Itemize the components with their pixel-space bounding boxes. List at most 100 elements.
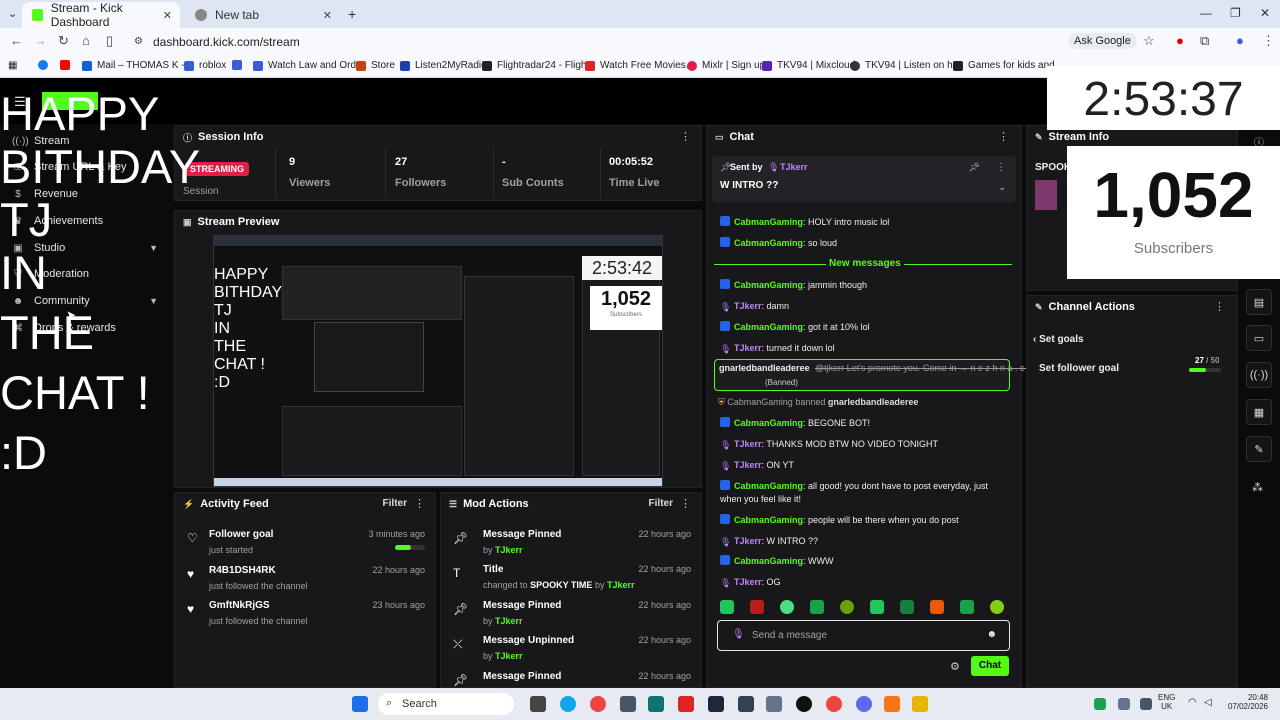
emote-icon[interactable] (930, 600, 944, 614)
feed-item-follower-goal[interactable]: ♡ Follower goal just started 3 minutes a… (187, 529, 425, 565)
home-icon[interactable]: ⌂ (82, 33, 90, 48)
kebab-menu-icon[interactable]: ⋮ (680, 497, 691, 510)
rail-notes-button[interactable]: ▤ (1246, 289, 1272, 315)
chat-username[interactable]: CabmanGaming (734, 515, 803, 525)
set-goals-back-button[interactable]: ‹ Set goals (1033, 334, 1084, 345)
close-icon[interactable]: ✕ (323, 9, 332, 22)
emote-icon[interactable] (990, 600, 1004, 614)
bookmark-tkv94[interactable]: TKV94 | Listen on h... (850, 60, 961, 71)
chat-message[interactable]: CabmanGaming: got it at 10% lol (720, 321, 1010, 334)
steam-icon[interactable] (708, 696, 724, 712)
emote-icon[interactable] (720, 600, 734, 614)
bookmark-mail[interactable]: Mail – THOMAS K -... (82, 60, 193, 71)
star-icon[interactable]: ☆ (1143, 33, 1155, 49)
tray-icon[interactable] (1094, 698, 1106, 710)
chat-message[interactable]: 🎙︎ TJkerr: W INTRO ?? (720, 535, 1010, 548)
kebab-menu-icon[interactable]: ⋮ (414, 497, 425, 510)
chat-message[interactable]: CabmanGaming: all good! you dont have to… (720, 480, 1010, 506)
bookmark-movies[interactable]: Watch Free Movies... (585, 60, 694, 71)
extensions-puzzle-icon[interactable]: ⧉ (1200, 33, 1209, 49)
chat-message[interactable]: CabmanGaming: people will be there when … (720, 514, 1010, 527)
emote-icon[interactable] (780, 600, 794, 614)
chat-username[interactable]: CabmanGaming (734, 418, 803, 428)
chat-username[interactable]: TJkerr (734, 460, 762, 470)
chat-message[interactable]: 🎙︎ TJkerr: THANKS MOD BTW NO VIDEO TONIGH… (720, 438, 1010, 451)
pin-toggle-icon[interactable]: 📌︎ (969, 162, 980, 173)
chat-username[interactable]: CabmanGaming (734, 322, 803, 332)
bookmark-law-and-order[interactable]: Watch Law and Ord... (253, 60, 364, 71)
clock[interactable]: 20:48 07/02/2026 (1222, 693, 1268, 711)
profile-avatar-icon[interactable]: ● (1236, 33, 1244, 48)
bookmark-youtube[interactable] (60, 60, 75, 70)
chat-message[interactable]: CabmanGaming: HOLY intro music lol (720, 216, 1010, 229)
filter-button[interactable]: Filter (649, 498, 673, 509)
edge-icon[interactable] (560, 696, 576, 712)
url-field[interactable]: dashboard.kick.com/stream (153, 35, 300, 49)
chat-username[interactable]: CabmanGaming (734, 217, 803, 227)
emote-icon[interactable] (870, 600, 884, 614)
rail-tools-button[interactable]: ✎ (1246, 436, 1272, 462)
chat-message[interactable]: CabmanGaming: WWW (720, 555, 1010, 568)
mod-action-item[interactable]: 📌︎ Message Pinned by TJkerr 22 hours ago (453, 600, 691, 636)
bookmark-flightradar[interactable]: Flightradar24 - Fligh... (482, 60, 595, 71)
menu-icon[interactable]: ⋮ (1262, 33, 1275, 49)
input-language[interactable]: ENG UK (1158, 693, 1175, 711)
kebab-menu-icon[interactable]: ⋮ (680, 130, 691, 143)
bookmark-mixcloud[interactable]: TKV94 | Mixcloud (762, 60, 855, 71)
mod-action-user[interactable]: TJkerr (495, 545, 523, 555)
pinned-user[interactable]: TJkerr (780, 162, 808, 172)
feed-item-follow[interactable]: ♥ GmftNkRjGS just followed the channel 2… (187, 600, 425, 636)
bookmark-blank[interactable] (232, 60, 247, 70)
chat-message[interactable]: CabmanGaming: BEGONE BOT! (720, 417, 1010, 430)
tray-icon[interactable] (1118, 698, 1130, 710)
feed-item-follow[interactable]: ♥ R4B1DSH4RK just followed the channel 2… (187, 565, 425, 601)
split-view-icon[interactable]: ▯ (106, 33, 113, 49)
chat-message[interactable]: 🎙︎ TJkerr: ON YT (720, 459, 1010, 472)
new-tab-button[interactable]: + (348, 6, 356, 22)
chat-username[interactable]: CabmanGaming (734, 280, 803, 290)
app-icon[interactable] (884, 696, 900, 712)
rail-layout-button[interactable]: ▦ (1246, 399, 1272, 425)
minimize-icon[interactable]: — (1200, 6, 1212, 20)
banned-user[interactable]: gnarledbandleaderee (719, 363, 810, 373)
app-icon[interactable] (620, 696, 636, 712)
emote-icon[interactable] (810, 600, 824, 614)
apps-icon[interactable]: ▦ (8, 60, 17, 71)
banned-message[interactable]: gnarledbandleaderee @tjkerr Let's promot… (714, 359, 1042, 391)
close-icon[interactable]: ✕ (163, 9, 172, 22)
chat-username[interactable]: TJkerr (734, 301, 762, 311)
mod-action-item[interactable]: T Title changed to SPOOKY TIME by TJkerr… (453, 564, 691, 600)
emote-icon[interactable] (900, 600, 914, 614)
youtube-icon[interactable] (678, 696, 694, 712)
taskbar-search-box[interactable]: ⌕ Search (378, 693, 514, 715)
window-close-icon[interactable]: ✕ (1260, 6, 1270, 20)
tab-kick-dashboard[interactable]: Stream - Kick Dashboard ✕ (22, 1, 180, 29)
chat-message[interactable]: CabmanGaming: jammin though (720, 279, 1010, 292)
mod-action-item[interactable]: 📌︎ Message Pinned by TJkerr 22 hours ago (453, 529, 691, 565)
mod-action-user[interactable]: TJkerr (495, 616, 523, 626)
chat-username[interactable]: TJkerr (734, 577, 762, 587)
emote-icon[interactable] (960, 600, 974, 614)
chat-message[interactable]: 🎙︎ TJkerr: OG (720, 576, 1010, 589)
gear-icon[interactable]: ⚙ (950, 660, 960, 673)
chat-username[interactable]: TJkerr (734, 343, 762, 353)
back-icon[interactable]: ← (10, 33, 23, 48)
chat-username[interactable]: CabmanGaming (734, 556, 803, 566)
emote-icon[interactable] (750, 600, 764, 614)
filter-button[interactable]: Filter (383, 498, 407, 509)
follower-goal-label[interactable]: Set follower goal (1039, 363, 1119, 374)
kebab-menu-icon[interactable]: ⋮ (996, 162, 1006, 173)
chat-username[interactable]: TJkerr (734, 439, 762, 449)
chat-username[interactable]: TJkerr (734, 536, 762, 546)
mod-action-user[interactable]: TJkerr (495, 651, 523, 661)
site-info-icon[interactable]: ⚙ (134, 36, 143, 47)
chat-username[interactable]: CabmanGaming (734, 238, 803, 248)
bookmark-listen2myradio[interactable]: Listen2MyRadio (400, 60, 487, 71)
restore-icon[interactable]: ❐ (1230, 6, 1241, 20)
app-icon[interactable] (648, 696, 664, 712)
emoji-icon[interactable]: ☻ (986, 629, 997, 640)
bookmark-roblox[interactable]: roblox (184, 60, 226, 71)
ask-google-button[interactable]: Ask Google (1068, 33, 1137, 49)
mod-action-user[interactable]: TJkerr (607, 580, 635, 590)
chat-message[interactable]: 🎙︎ TJkerr: damn (720, 300, 1010, 313)
